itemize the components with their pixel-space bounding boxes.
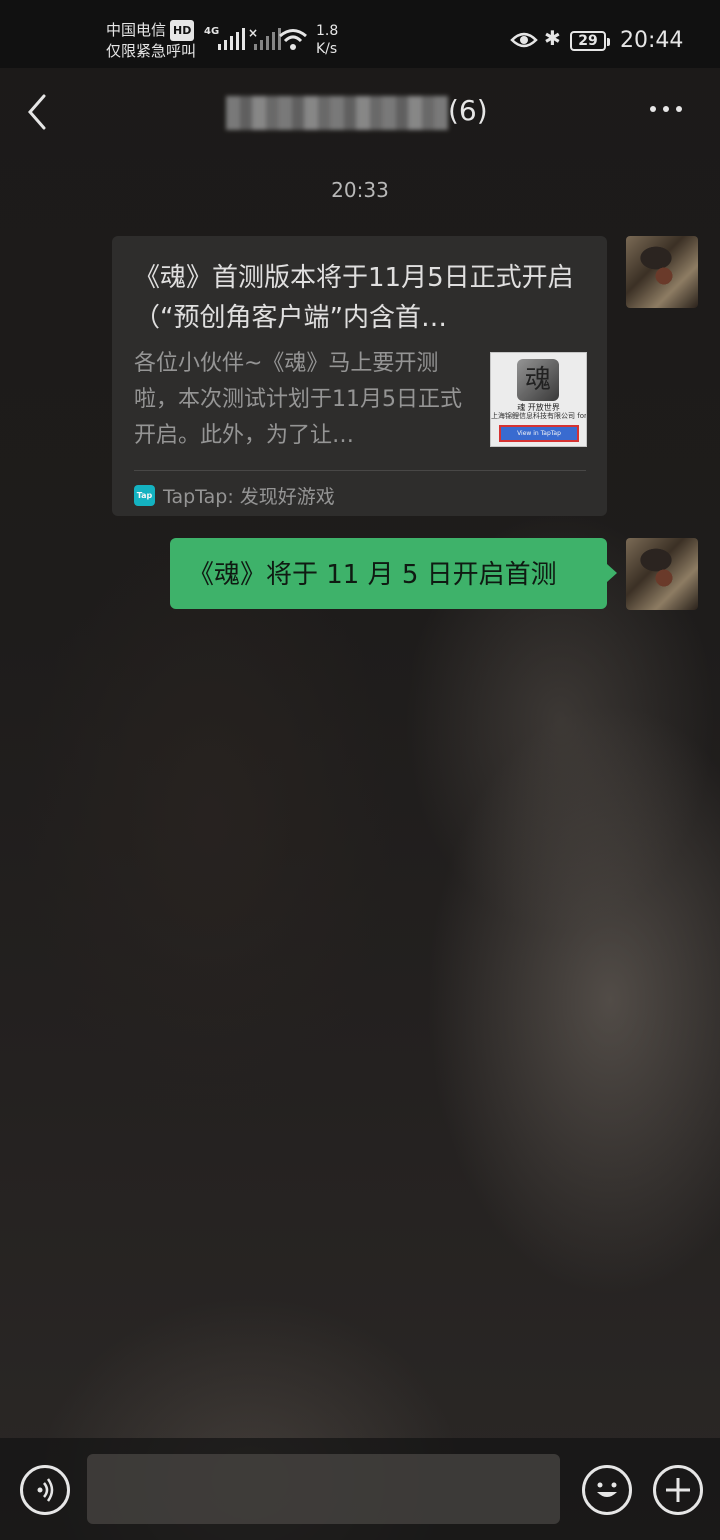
chat-background — [0, 0, 720, 1540]
battery-level: 29 — [578, 33, 598, 49]
signal-icon — [218, 28, 245, 50]
status-bar: 中国电信 HD 仅限紧急呼叫 4G × 1.8 K/s ✱ 29 20:44 — [0, 0, 720, 68]
eye-comfort-icon — [510, 32, 538, 48]
chat-title-redacted — [226, 96, 448, 130]
network-speed: 1.8 K/s — [316, 22, 338, 58]
voice-icon[interactable] — [20, 1465, 70, 1515]
plus-icon[interactable] — [653, 1465, 703, 1515]
bluetooth-icon: ✱ — [544, 26, 561, 50]
thumbnail-taptap-button: View in TapTap — [499, 425, 579, 442]
taptap-icon: Tap — [134, 485, 155, 506]
sender-avatar[interactable] — [626, 538, 698, 610]
carrier-name: 中国电信 — [106, 21, 167, 39]
text-message-bubble[interactable]: 《魂》将于 11 月 5 日开启首测 — [170, 538, 617, 609]
chat-header: (6) — [0, 68, 720, 158]
carrier-info: 中国电信 HD 仅限紧急呼叫 — [106, 20, 196, 62]
emoji-icon[interactable] — [582, 1465, 632, 1515]
sender-avatar[interactable] — [626, 236, 698, 308]
link-card-source: Tap TapTap: 发现好游戏 — [134, 482, 335, 509]
message-timestamp: 20:33 — [331, 178, 389, 202]
signal-2-icon — [254, 28, 281, 50]
message-input[interactable] — [87, 1454, 560, 1524]
status-time: 20:44 — [620, 28, 684, 53]
link-card-description: 各位小伙伴~《魂》马上要开测啦，本次测试计划于11月5日正式开启。此外，为了让… — [134, 351, 462, 448]
wifi-icon — [279, 29, 307, 50]
back-arrow-icon[interactable] — [20, 90, 56, 134]
game-logo: 魂 — [517, 359, 559, 401]
speed-value: 1.8 — [316, 23, 339, 39]
battery-icon: 29 — [570, 31, 610, 51]
message-text: 《魂》将于 11 月 5 日开启首测 — [188, 560, 557, 590]
more-dots-icon[interactable] — [650, 106, 690, 122]
link-card-title: 《魂》首测版本将于11月5日正式开启（“预创角客户端”内含首… — [134, 263, 574, 333]
network-type: 4G — [204, 26, 220, 37]
speed-unit: K/s — [316, 41, 338, 57]
link-card-thumbnail: 魂 魂 开放世界 上海锦鲤信息科技有限公司 for iOS View in Ta… — [490, 352, 587, 447]
chat-member-count: (6) — [448, 94, 488, 127]
link-card-divider — [134, 470, 586, 471]
hd-badge: HD — [170, 20, 195, 41]
thumbnail-publisher: 上海锦鲤信息科技有限公司 for iOS — [491, 412, 586, 420]
source-label: TapTap: 发现好游戏 — [163, 486, 335, 508]
link-card-message[interactable]: 《魂》首测版本将于11月5日正式开启（“预创角客户端”内含首… 各位小伙伴~《魂… — [112, 236, 607, 516]
input-bar — [0, 1438, 720, 1540]
emergency-text: 仅限紧急呼叫 — [106, 42, 197, 60]
